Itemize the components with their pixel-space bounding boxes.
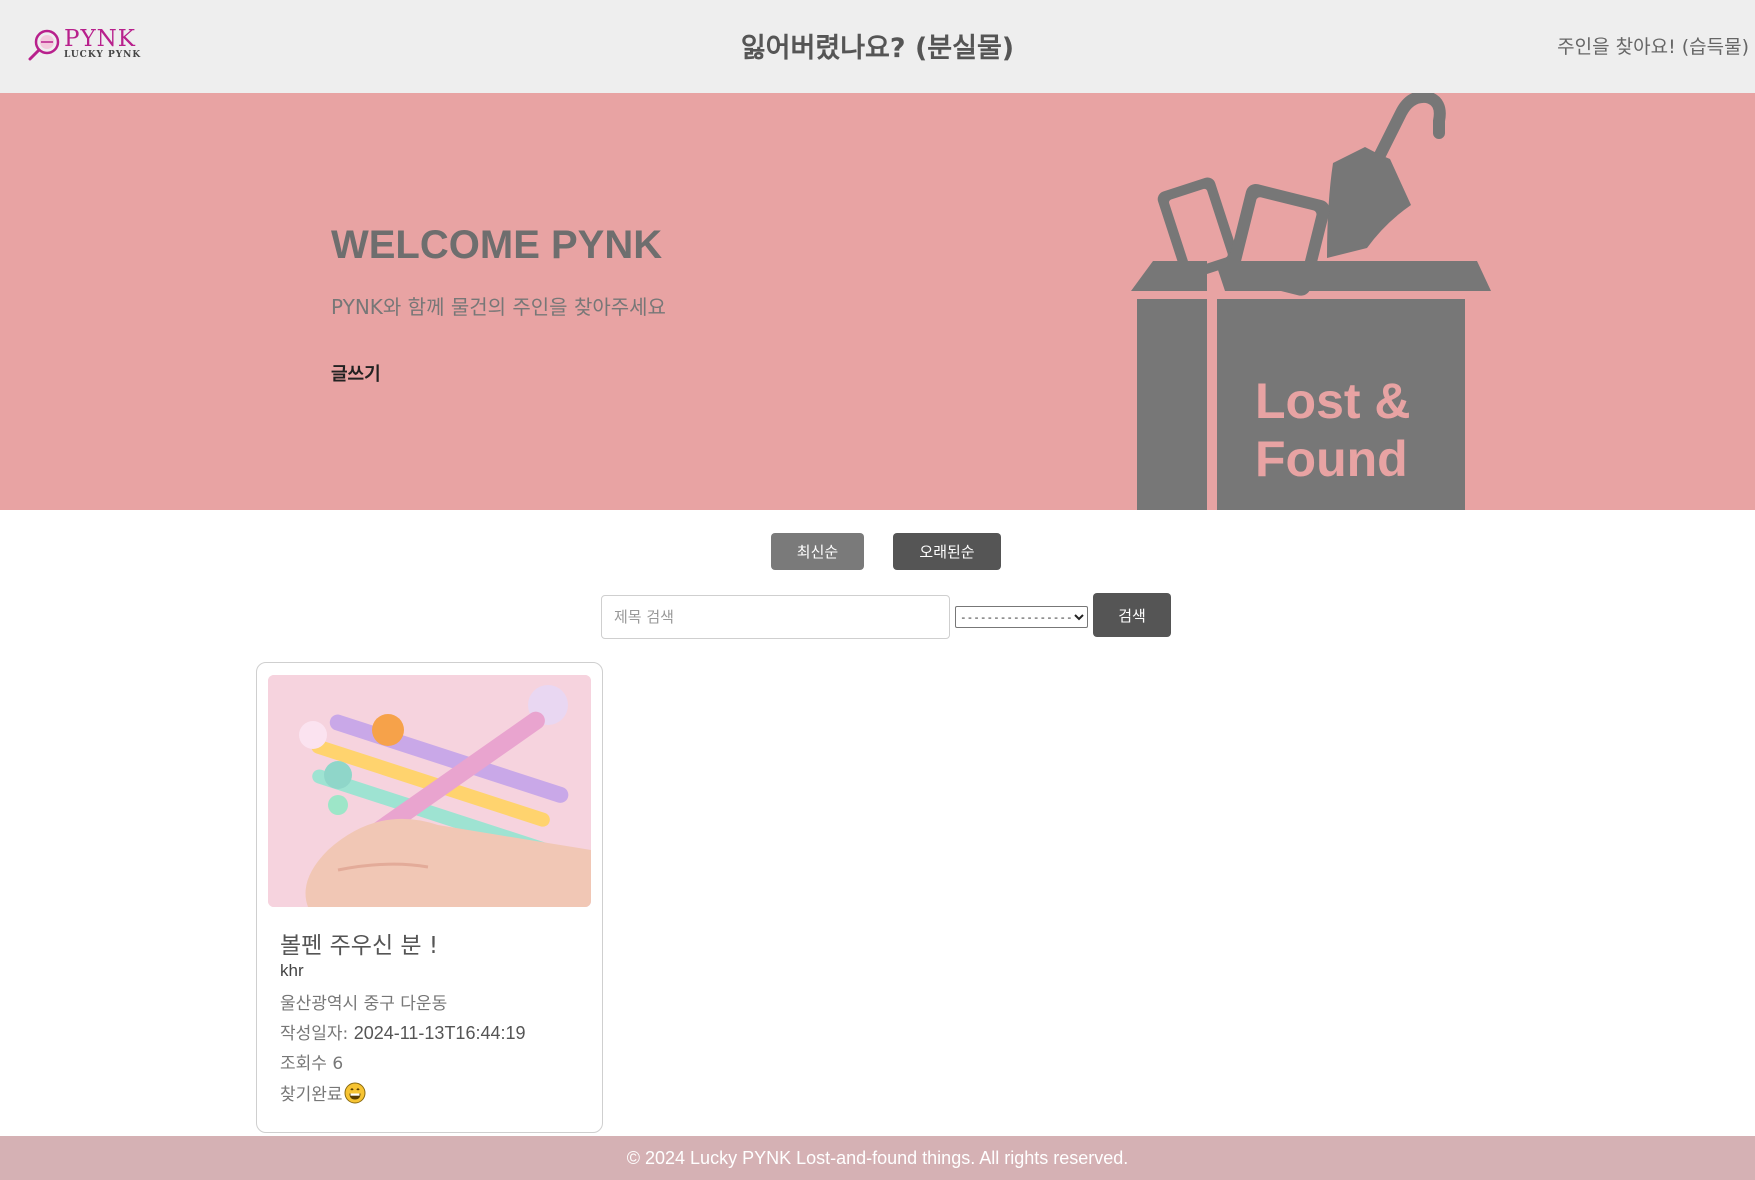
logo-text: PYNK: [64, 26, 136, 52]
post-card[interactable]: 볼펜 주우신 분 ! khr 울산광역시 중구 다운동 작성일자: 2024-1…: [256, 662, 603, 1133]
header: PYNK LUCKY PYNK 잃어버렸나요? (분실물) 주인을 찾아요! (…: [0, 0, 1755, 93]
post-views: 조회수 6: [280, 1049, 343, 1074]
box-text-line2: Found: [1255, 431, 1408, 487]
post-views-label: 조회수: [280, 1054, 327, 1074]
hero-title: WELCOME PYNK: [331, 223, 663, 267]
post-date-label: 작성일자:: [280, 1024, 349, 1044]
search-button[interactable]: 검색: [1093, 593, 1171, 637]
post-status-label: 찾기완료: [280, 1085, 343, 1105]
box-text-line1: Lost &: [1255, 373, 1411, 429]
write-post-link[interactable]: 글쓰기: [331, 360, 381, 386]
lost-and-found-box-illustration: Lost & Found: [1131, 93, 1491, 510]
footer: © 2024 Lucky PYNK Lost-and-found things.…: [0, 1136, 1755, 1180]
post-date: 작성일자: 2024-11-13T16:44:19: [280, 1019, 526, 1044]
pen-photo-illustration: [268, 675, 591, 907]
nav-found-items[interactable]: 주인을 찾아요! (습득물): [1557, 32, 1749, 59]
logo-subtext: LUCKY PYNK: [64, 50, 142, 60]
post-date-value: 2024-11-13T16:44:19: [353, 1023, 526, 1043]
grinning-face-icon: [344, 1082, 366, 1103]
magnifier-logo-icon: [28, 29, 60, 61]
logo[interactable]: PYNK LUCKY PYNK: [28, 26, 142, 66]
search-title-input[interactable]: [601, 595, 950, 639]
post-location: 울산광역시 중구 다운동: [280, 994, 448, 1014]
sort-newest-button[interactable]: 최신순: [771, 533, 864, 570]
search-category-select[interactable]: --------------------: [955, 606, 1088, 628]
post-title: 볼펜 주우신 분 !: [280, 933, 439, 959]
footer-copyright: © 2024 Lucky PYNK Lost-and-found things.…: [626, 1148, 1129, 1168]
post-thumbnail: [268, 675, 591, 907]
sort-controls: 최신순 오래된순: [0, 533, 1755, 571]
post-status: 찾기완료: [280, 1080, 366, 1105]
hero-subtitle: PYNK와 함께 물건의 주인을 찾아주세요: [331, 295, 666, 319]
sort-oldest-button[interactable]: 오래된순: [893, 533, 1001, 570]
hero-banner: WELCOME PYNK PYNK와 함께 물건의 주인을 찾아주세요 글쓰기 …: [0, 93, 1755, 510]
nav-lost-items[interactable]: 잃어버렸나요? (분실물): [600, 26, 1155, 65]
post-author: khr: [280, 961, 304, 980]
post-views-value: 6: [332, 1054, 344, 1074]
